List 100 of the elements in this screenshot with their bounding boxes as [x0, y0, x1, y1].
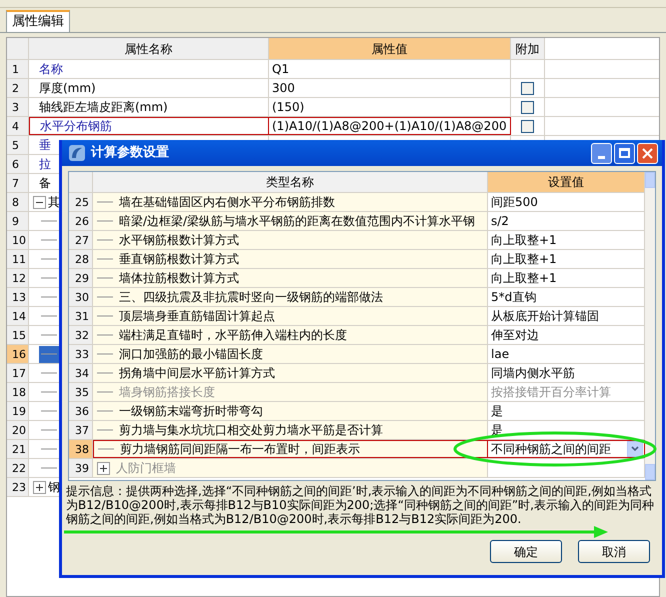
parameter-value: 向上取整+1 — [491, 251, 557, 268]
checkbox[interactable] — [521, 82, 534, 94]
row-number: 5 — [7, 136, 29, 154]
parameter-name: 墙在基础锚固区内右侧水平分布钢筋排数 — [119, 194, 335, 211]
property-name: 备 — [39, 175, 51, 192]
parameter-value: 是 — [491, 403, 503, 420]
parameter-value: 伸至对边 — [491, 327, 539, 344]
parameter-value: s/2 — [491, 213, 509, 230]
tree-line-icon — [41, 277, 57, 279]
row-number: 12 — [7, 269, 29, 287]
parameter-value: 5*d直钩 — [491, 289, 536, 306]
property-name: 钢 — [48, 479, 60, 496]
property-name: 厚度(mm) — [39, 80, 96, 97]
tree-line-icon — [41, 467, 57, 469]
property-name: 名称 — [39, 61, 63, 78]
tab[interactable]: 属性编辑 — [6, 10, 70, 32]
column-header[interactable]: 属性值 — [269, 38, 511, 59]
tree-line-icon — [41, 315, 57, 317]
row-number: 21 — [7, 440, 29, 458]
parameter-value: 不同种钢筋之间的间距 — [491, 441, 611, 458]
tree-line-icon — [97, 353, 113, 355]
row-number: 38 — [69, 440, 93, 458]
row-number: 29 — [69, 269, 93, 287]
dialog-button[interactable]: 确定 — [490, 540, 562, 563]
tree-line-icon — [97, 391, 113, 393]
property-name: 其 — [48, 194, 60, 211]
checkbox[interactable] — [521, 100, 534, 114]
tree-line-icon — [97, 220, 113, 222]
parameter-value: 从板底开始计算锚固 — [491, 308, 599, 325]
tree-line-icon — [41, 239, 57, 241]
property-value: (150) — [272, 99, 304, 116]
column-header[interactable]: 属性名称 — [29, 38, 269, 59]
row-number: 20 — [7, 421, 29, 439]
row-number: 31 — [69, 307, 93, 325]
row-number: 37 — [69, 421, 93, 439]
column-header[interactable]: 附加 — [511, 38, 545, 59]
minimize-button[interactable] — [591, 142, 612, 164]
checkbox[interactable] — [521, 120, 534, 132]
close-icon — [642, 148, 653, 158]
tree-line-icon — [97, 315, 113, 317]
property-name: 拉 — [39, 156, 51, 173]
window-title: 计算参数设置 — [91, 144, 169, 162]
parameter-name: 端柱满足直锚时，水平筋伸入端柱内的长度 — [119, 327, 347, 344]
tree-line-icon — [97, 334, 113, 336]
tree-line-icon — [98, 448, 114, 450]
column-header[interactable]: 设置值 — [488, 172, 645, 192]
row-number: 22 — [7, 459, 29, 477]
tree-line-icon — [97, 277, 113, 279]
collapse-button[interactable] — [33, 196, 46, 208]
row-number: 27 — [69, 231, 93, 249]
row-number: 28 — [69, 250, 93, 268]
property-name: 水平分布钢筋 — [40, 118, 112, 135]
row-number: 39 — [69, 459, 93, 477]
app-icon — [68, 144, 86, 162]
row-number: 3 — [7, 98, 29, 116]
row-number: 7 — [7, 174, 29, 192]
tree-line-icon — [97, 410, 113, 412]
tree-line-icon — [41, 353, 57, 355]
hint-text: 提示信息：提供两种选择,选择“不同种钢筋之间的间距’时,表示输入的间距为不同种钢筋之间的间距,例如当格式为B12/B10@200时,表示每排B12与B10实际间距为200;选择“同种钢筋之间的间距”时,表示输入的间距为同种钢筋之间的间距,例如当格式为B12/B10@200时,表示每排B12与B12实际间距为200. — [66, 484, 655, 526]
row-number: 30 — [69, 288, 93, 306]
tree-line-icon — [97, 258, 113, 260]
parameter-name: 水平钢筋根数计算方式 — [119, 232, 239, 249]
close-button[interactable] — [637, 142, 658, 164]
parameter-name: 顶层墙身垂直筋锚固计算起点 — [119, 308, 275, 325]
parameter-name: 拐角墙中间层水平筋计算方式 — [119, 365, 275, 382]
parameter-name: 剪力墙与集水坑坑口相交处剪力墙水平筋是否计算 — [119, 422, 383, 439]
maximize-button[interactable] — [614, 142, 635, 164]
row-number: 25 — [69, 193, 93, 211]
tree-line-icon — [97, 296, 113, 298]
row-number: 16 — [7, 345, 29, 363]
parameter-name: 剪力墙钢筋同间距隔一布一布置时，间距表示 — [120, 441, 360, 458]
property-value: Q1 — [272, 61, 290, 78]
row-number: 8 — [7, 193, 29, 211]
scrollbar[interactable] — [645, 172, 655, 480]
tree-line-icon — [97, 201, 113, 203]
row-number: 2 — [7, 79, 29, 97]
row-number: 18 — [7, 383, 29, 401]
tree-line-icon — [41, 220, 57, 222]
dialog-button[interactable]: 取消 — [578, 540, 650, 563]
row-number: 9 — [7, 212, 29, 230]
plus-icon — [100, 464, 107, 472]
tree-line-icon — [41, 296, 57, 298]
property-value: 300 — [272, 80, 295, 97]
row-number: 10 — [7, 231, 29, 249]
column-header[interactable]: 类型名称 — [93, 172, 488, 192]
parameter-value: 间距500 — [491, 194, 538, 211]
dropdown-button[interactable] — [627, 441, 643, 457]
row-number: 4 — [7, 117, 29, 135]
tree-line-icon — [97, 372, 113, 374]
row-number: 35 — [69, 383, 93, 401]
row-number: 33 — [69, 345, 93, 363]
row-number: 11 — [7, 250, 29, 268]
expand-button[interactable] — [33, 480, 46, 494]
tree-line-icon — [41, 334, 57, 336]
row-number: 34 — [69, 364, 93, 382]
parameter-value: 向上取整+1 — [491, 232, 557, 249]
parameter-name: 一级钢筋末端弯折时带弯勾 — [119, 403, 263, 420]
property-value: (1)A10/(1)A8@200+(1)A10/(1)A8@200 — [272, 118, 507, 135]
parameter-value: 按搭接错开百分率计算 — [491, 384, 611, 401]
plus-icon — [36, 484, 43, 490]
